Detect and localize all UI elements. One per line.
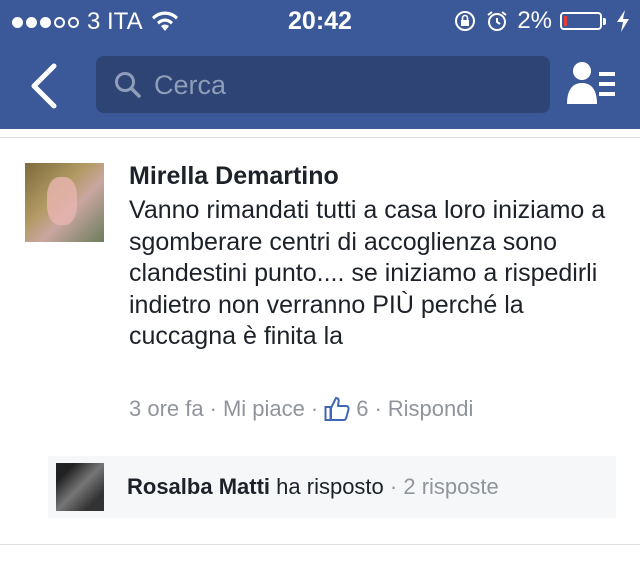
comment-actions: 3 ore fa · Mi piace · 6 · Rispondi bbox=[129, 396, 473, 422]
battery-icon bbox=[560, 12, 606, 30]
separator: · bbox=[374, 396, 382, 421]
search-input[interactable]: Cerca bbox=[96, 56, 550, 113]
like-button[interactable]: Mi piace bbox=[223, 396, 305, 422]
avatar bbox=[56, 463, 104, 511]
status-right: 2% bbox=[453, 7, 630, 35]
search-icon bbox=[115, 72, 141, 98]
thumbs-up-icon[interactable] bbox=[324, 396, 350, 422]
divider bbox=[0, 544, 640, 545]
separator: · bbox=[310, 396, 319, 421]
comment-time[interactable]: 3 ore fa bbox=[129, 396, 204, 422]
divider bbox=[0, 137, 640, 138]
comment-author[interactable]: Mirella Demartino bbox=[129, 162, 339, 191]
separator: · bbox=[389, 474, 398, 499]
battery-percent: 2% bbox=[517, 7, 552, 34]
search-placeholder: Cerca bbox=[154, 70, 227, 100]
alarm-icon bbox=[487, 11, 507, 31]
top-bar: 3 ITA 20:42 2% Cerca bbox=[0, 0, 640, 129]
friends-icon[interactable] bbox=[566, 60, 616, 106]
comment-text: Vanno rimandati tutti a casa loro inizia… bbox=[129, 196, 606, 350]
replies-preview[interactable]: Rosalba Matti ha risposto · 2 risposte bbox=[48, 456, 616, 518]
rotation-lock-icon bbox=[455, 11, 476, 31]
reply-action: ha risposto bbox=[276, 474, 384, 499]
like-count[interactable]: 6 bbox=[356, 396, 368, 422]
avatar[interactable] bbox=[25, 163, 104, 242]
reply-button[interactable]: Rispondi bbox=[388, 396, 474, 422]
separator: · bbox=[209, 396, 217, 421]
charging-icon bbox=[617, 10, 629, 32]
reply-summary[interactable]: Rosalba Matti ha risposto · 2 risposte bbox=[127, 474, 499, 500]
back-chevron-icon[interactable] bbox=[26, 62, 66, 110]
status-bar: 3 ITA 20:42 2% bbox=[0, 0, 640, 40]
reply-author: Rosalba Matti bbox=[127, 474, 271, 499]
reply-count: 2 risposte bbox=[403, 474, 499, 499]
